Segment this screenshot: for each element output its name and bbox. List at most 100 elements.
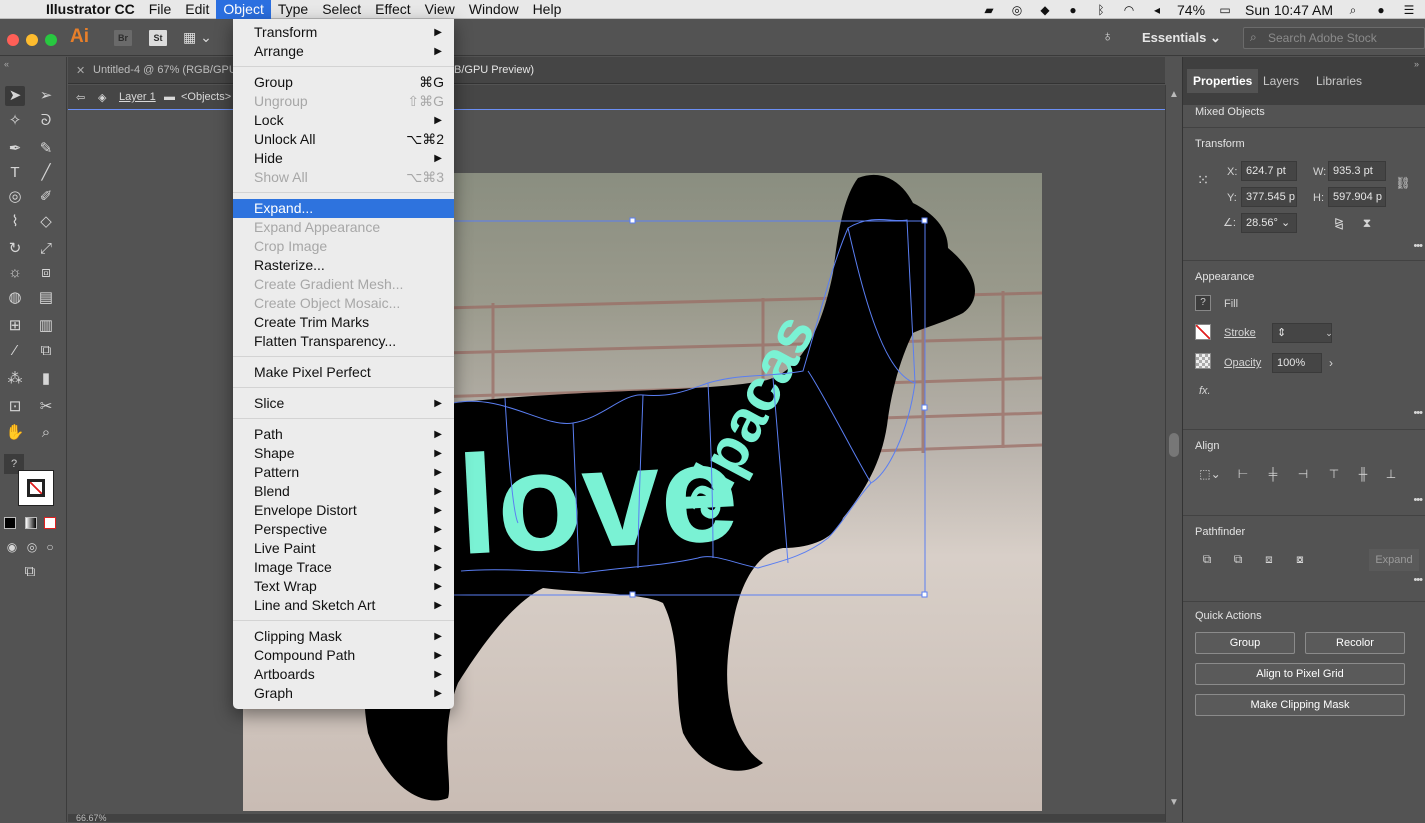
menu-help[interactable]: Help [526,0,569,19]
back-arrow-icon[interactable]: ⇦ [76,91,85,104]
menu-item-create-gradient-mesh[interactable]: Create Gradient Mesh... [233,275,454,294]
menu-item-clipping-mask[interactable]: Clipping Mask ▶ [233,627,454,646]
transform-more-icon[interactable]: ••• [1413,240,1423,252]
menu-item-perspective[interactable]: Perspective ▶ [233,520,454,539]
opacity-field[interactable]: 100% [1272,353,1322,373]
user-icon[interactable]: ● [1373,3,1389,17]
menu-object[interactable]: Object [216,0,271,19]
tab-layers[interactable]: Layers [1257,69,1305,93]
align-more-icon[interactable]: ••• [1413,494,1423,506]
menu-item-create-object-mosaic[interactable]: Create Object Mosaic... [233,294,454,313]
unite-icon[interactable]: ⧉ [1199,551,1215,567]
volume-icon[interactable]: ◂ [1149,3,1165,17]
gradient-tool-icon[interactable]: ▥ [36,316,56,336]
mesh-tool-icon[interactable]: ⊞ [5,316,25,336]
gradient-mode-icon[interactable] [25,517,37,529]
wifi-icon[interactable]: ◠ [1121,3,1137,17]
menu-edit[interactable]: Edit [178,0,216,19]
blend-tool-icon[interactable]: ⧉ [36,341,56,361]
close-window-button[interactable] [7,34,19,46]
scroll-thumb[interactable] [1169,433,1179,457]
document-tab-title-tail[interactable]: B/GPU Preview) [454,64,534,76]
opacity-expand-icon[interactable]: › [1323,355,1339,371]
menu-item-crop-image[interactable]: Crop Image [233,237,454,256]
stroke-label[interactable]: Stroke [1224,327,1256,339]
rotation-field[interactable]: 28.56° ⌄ [1241,213,1297,233]
align-bottom-icon[interactable]: ⊥ [1383,466,1399,482]
x-field[interactable]: 624.7 pt [1241,161,1297,181]
menu-type[interactable]: Type [271,0,315,19]
artboard-tool-icon[interactable]: ⊡ [5,397,25,417]
stock-icon[interactable]: St [149,30,167,46]
none-mode-icon[interactable] [44,517,56,529]
messages-icon[interactable]: ● [1065,3,1081,17]
menu-item-shape[interactable]: Shape ▶ [233,444,454,463]
recolor-button[interactable]: Recolor [1305,632,1405,654]
draw-behind-icon[interactable]: ◎ [22,537,42,557]
height-field[interactable]: 597.904 p [1328,187,1386,207]
menu-item-hide[interactable]: Hide ▶ [233,149,454,168]
align-top-icon[interactable]: ⊤ [1326,466,1342,482]
creative-cloud-icon[interactable]: ◎ [1009,3,1025,17]
ellipse-tool-icon[interactable]: ◎ [5,187,25,207]
stroke-weight-stepper-icon[interactable]: ⇕ [1277,327,1286,339]
battery-icon[interactable]: ▭ [1217,3,1233,17]
line-tool-icon[interactable]: ╱ [36,163,56,183]
tab-libraries[interactable]: Libraries [1310,69,1368,93]
pen-tool-icon[interactable]: ✒ [5,139,25,159]
menu-item-transform[interactable]: Transform ▶ [233,23,454,42]
menu-item-line-and-sketch-art[interactable]: Line and Sketch Art ▶ [233,596,454,615]
flip-vertical-icon[interactable]: ⧗ [1359,215,1375,231]
stroke-swatch-panel[interactable] [1195,324,1211,340]
menu-file[interactable]: File [142,0,179,19]
fill-swatch[interactable]: ? [1195,295,1211,311]
menu-item-create-trim-marks[interactable]: Create Trim Marks [233,313,454,332]
menu-item-blend[interactable]: Blend ▶ [233,482,454,501]
lightbulb-icon[interactable]: ♁ [1102,28,1113,45]
reference-point-icon[interactable]: ⁙ [1195,173,1211,189]
draw-inside-icon[interactable]: ○ [40,537,60,557]
menu-item-rasterize[interactable]: Rasterize... [233,256,454,275]
dropbox-icon[interactable]: ◆ [1037,3,1053,17]
menu-item-unlock-all[interactable]: Unlock All ⌥⌘2 [233,130,454,149]
scroll-down-icon[interactable]: ▼ [1169,797,1179,808]
flip-horizontal-icon[interactable]: ⧎ [1331,215,1347,231]
fx-button[interactable]: fx. [1199,385,1211,397]
slice-tool-icon[interactable]: ✂ [36,397,56,417]
draw-normal-icon[interactable]: ◉ [2,537,22,557]
eyedropper-tool-icon[interactable]: ⁄ [5,341,25,361]
collapse-panel-icon[interactable]: » [1414,59,1419,69]
column-graph-tool-icon[interactable]: ▮ [36,369,56,389]
menu-item-compound-path[interactable]: Compound Path ▶ [233,646,454,665]
minimize-window-button[interactable] [26,34,38,46]
pathfinder-expand-button[interactable]: Expand [1369,549,1419,571]
lasso-tool-icon[interactable]: ᘐ [36,111,56,131]
make-clipping-mask-button[interactable]: Make Clipping Mask [1195,694,1405,716]
menu-item-show-all[interactable]: Show All ⌥⌘3 [233,168,454,187]
appearance-more-icon[interactable]: ••• [1413,407,1423,419]
zoom-tool-icon[interactable]: ⌕ [36,423,56,443]
width-field[interactable]: 935.3 pt [1328,161,1386,181]
adobe-stock-search-input[interactable]: Search Adobe Stock [1243,27,1425,49]
group-button[interactable]: Group [1195,632,1295,654]
constrain-proportions-icon[interactable]: ⛓ [1395,175,1411,191]
selection-tool-icon[interactable]: ➤ [5,86,25,106]
notification-center-icon[interactable]: ☰ [1401,3,1417,17]
bluetooth-icon[interactable]: ᛒ [1093,3,1109,17]
menu-item-envelope-distort[interactable]: Envelope Distort ▶ [233,501,454,520]
menu-item-text-wrap[interactable]: Text Wrap ▶ [233,577,454,596]
align-left-icon[interactable]: ⊢ [1235,466,1251,482]
menu-view[interactable]: View [418,0,462,19]
paintbrush-tool-icon[interactable]: ✐ [36,187,56,207]
cast-icon[interactable]: ▰ [981,3,997,17]
type-tool-icon[interactable]: T [5,163,25,183]
stroke-dropdown-icon[interactable]: ⌄ [1321,325,1337,341]
exclude-icon[interactable]: ⧇ [1292,551,1308,567]
zoom-window-button[interactable] [45,34,57,46]
stroke-swatch[interactable] [18,470,54,506]
opacity-label[interactable]: Opacity [1224,357,1261,369]
workspace-switcher[interactable]: Essentials ⌄ [1142,30,1221,46]
menu-item-lock[interactable]: Lock ▶ [233,111,454,130]
align-vertical-center-icon[interactable]: ╫ [1355,466,1371,482]
menu-item-arrange[interactable]: Arrange ▶ [233,42,454,61]
